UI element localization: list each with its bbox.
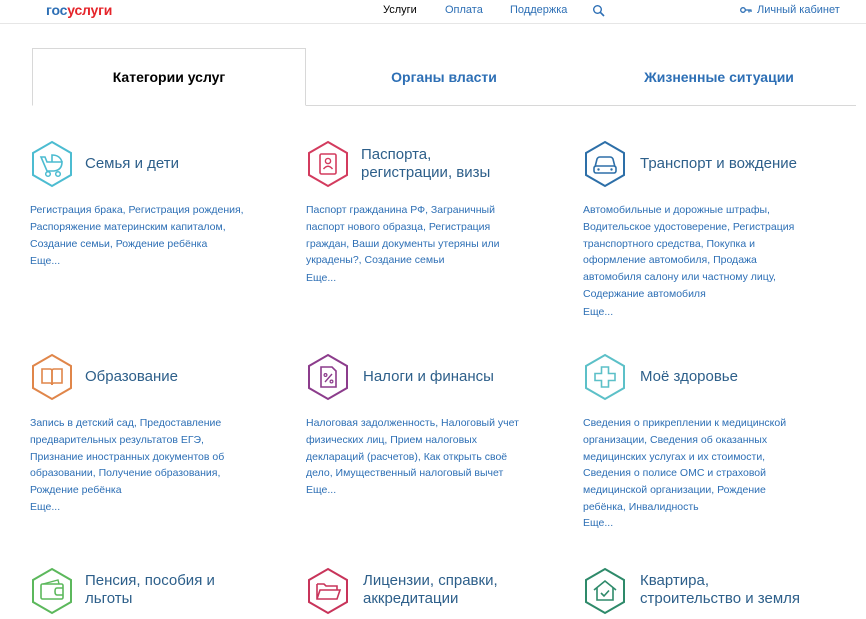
title-line: льготы [85, 590, 133, 607]
tab-life-situations[interactable]: Жизненные ситуации [582, 48, 856, 106]
category-pensions: Пенсия, пособия и льготы [30, 567, 280, 619]
category-title[interactable]: Пенсия, пособия и льготы [85, 572, 285, 608]
gosuslugi-logo[interactable]: госуслуги [46, 2, 112, 18]
category-title[interactable]: Транспорт и вождение [640, 155, 850, 173]
category-links[interactable]: Паспорт гражданина РФ, Заграничный паспо… [306, 202, 526, 269]
title-line: Пенсия, пособия и [85, 572, 215, 589]
more-link[interactable]: Еще... [306, 484, 336, 496]
title-line: строительство и земля [640, 590, 801, 607]
tax-document-icon[interactable] [306, 353, 350, 401]
category-family: Семья и дети Регистрация брака, Регистра… [30, 140, 280, 280]
more-link[interactable]: Еще... [583, 306, 613, 318]
title-line: Лицензии, справки, [363, 572, 498, 589]
nav-oplata[interactable]: Оплата [445, 4, 483, 16]
category-education: Образование Запись в детский сад, Предос… [30, 353, 280, 518]
key-icon [740, 7, 752, 13]
title-line: регистрации, визы [361, 164, 491, 181]
personal-cabinet-link[interactable]: Личный кабинет [740, 4, 840, 16]
cabinet-label: Личный кабинет [757, 4, 840, 16]
nav-uslugi[interactable]: Услуги [383, 4, 417, 16]
category-links[interactable]: Регистрация брака, Регистрация рождения,… [30, 202, 266, 252]
category-links[interactable]: Сведения о прикреплении к медицинской ор… [583, 415, 811, 516]
car-icon[interactable] [583, 140, 627, 188]
category-title[interactable]: Квартира, строительство и земля [640, 572, 840, 608]
tab-categories[interactable]: Категории услуг [32, 48, 306, 106]
folder-icon[interactable] [306, 567, 350, 615]
category-title[interactable]: Налоги и финансы [363, 368, 563, 386]
tab-authorities[interactable]: Органы власти [306, 48, 582, 106]
more-link[interactable]: Еще... [30, 255, 60, 267]
category-title[interactable]: Моё здоровье [640, 368, 840, 386]
category-title[interactable]: Лицензии, справки, аккредитации [363, 572, 563, 608]
search-icon[interactable] [592, 4, 606, 18]
category-housing: Квартира, строительство и земля [583, 567, 833, 619]
title-line: Квартира, [640, 572, 709, 589]
category-title[interactable]: Паспорта, регистрации, визы [361, 146, 561, 182]
top-header: госуслуги Услуги Оплата Поддержка Личный… [0, 0, 866, 24]
category-taxes: Налоги и финансы Налоговая задолженность… [306, 353, 556, 503]
more-link[interactable]: Еще... [30, 501, 60, 513]
more-link[interactable]: Еще... [583, 517, 613, 529]
passport-icon[interactable] [306, 140, 350, 188]
category-tabs: Категории услуг Органы власти Жизненные … [32, 48, 856, 106]
category-licenses: Лицензии, справки, аккредитации [306, 567, 556, 619]
nav-podderzhka[interactable]: Поддержка [510, 4, 567, 16]
book-icon[interactable] [30, 353, 74, 401]
category-health: Моё здоровье Сведения о прикреплении к м… [583, 353, 833, 533]
category-links[interactable]: Автомобильные и дорожные штрафы, Водител… [583, 202, 813, 303]
title-line: аккредитации [363, 590, 459, 607]
category-title[interactable]: Семья и дети [85, 155, 285, 173]
house-check-icon[interactable] [583, 567, 627, 615]
category-passports: Паспорта, регистрации, визы Паспорт граж… [306, 140, 556, 290]
category-transport: Транспорт и вождение Автомобильные и дор… [583, 140, 833, 320]
stroller-icon[interactable] [30, 140, 74, 188]
category-links[interactable]: Налоговая задолженность, Налоговый учет … [306, 415, 536, 482]
wallet-icon[interactable] [30, 567, 74, 615]
category-title[interactable]: Образование [85, 368, 285, 386]
title-line: Паспорта, [361, 146, 432, 163]
more-link[interactable]: Еще... [306, 272, 336, 284]
medical-cross-icon[interactable] [583, 353, 627, 401]
category-links[interactable]: Запись в детский сад, Предоставление пре… [30, 415, 245, 499]
